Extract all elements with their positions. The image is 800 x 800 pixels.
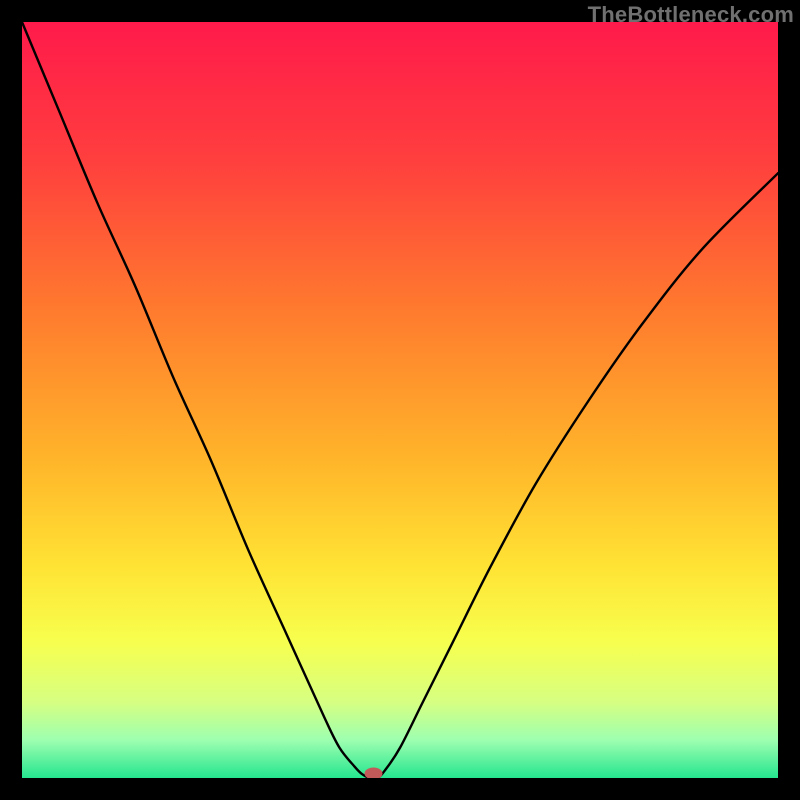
chart-gradient-bg	[22, 22, 778, 778]
chart-plot-area	[22, 22, 778, 778]
chart-svg	[22, 22, 778, 778]
